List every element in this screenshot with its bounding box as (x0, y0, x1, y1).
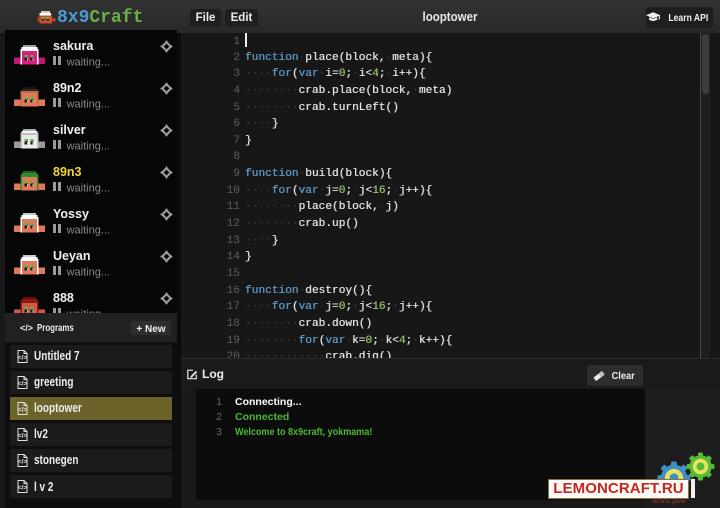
svg-text:</>: </> (18, 432, 28, 439)
svg-text:</>: </> (18, 458, 28, 465)
svg-text:</>: </> (18, 406, 28, 413)
svg-text:</>: </> (18, 354, 28, 361)
svg-text:</>: </> (18, 485, 28, 492)
svg-text:</>: </> (18, 380, 28, 387)
